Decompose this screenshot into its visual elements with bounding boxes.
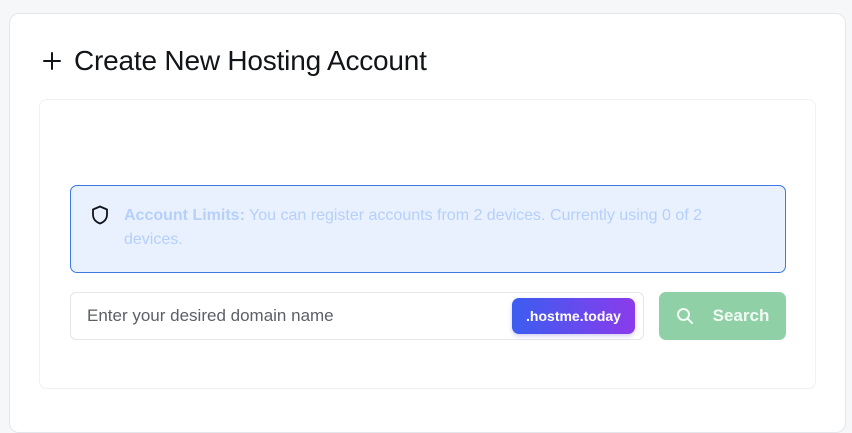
domain-suffix-badge: .hostme.today (512, 298, 635, 334)
search-icon (676, 307, 694, 325)
panel-header: Create New Hosting Account (42, 44, 427, 78)
domain-input[interactable] (72, 294, 507, 338)
shield-icon (91, 205, 109, 225)
form-card: Account Limits: You can register account… (39, 99, 816, 389)
account-limits-alert: Account Limits: You can register account… (70, 185, 786, 273)
domain-field: .hostme.today (70, 292, 644, 340)
alert-label: Account Limits: (124, 207, 245, 224)
search-button[interactable]: Search (659, 292, 786, 340)
alert-text: Account Limits: You can register account… (124, 204, 764, 252)
create-account-panel: Create New Hosting Account Account Limit… (9, 13, 846, 433)
page-title: Create New Hosting Account (74, 45, 427, 76)
plus-icon (42, 51, 62, 71)
search-button-label: Search (712, 306, 770, 325)
